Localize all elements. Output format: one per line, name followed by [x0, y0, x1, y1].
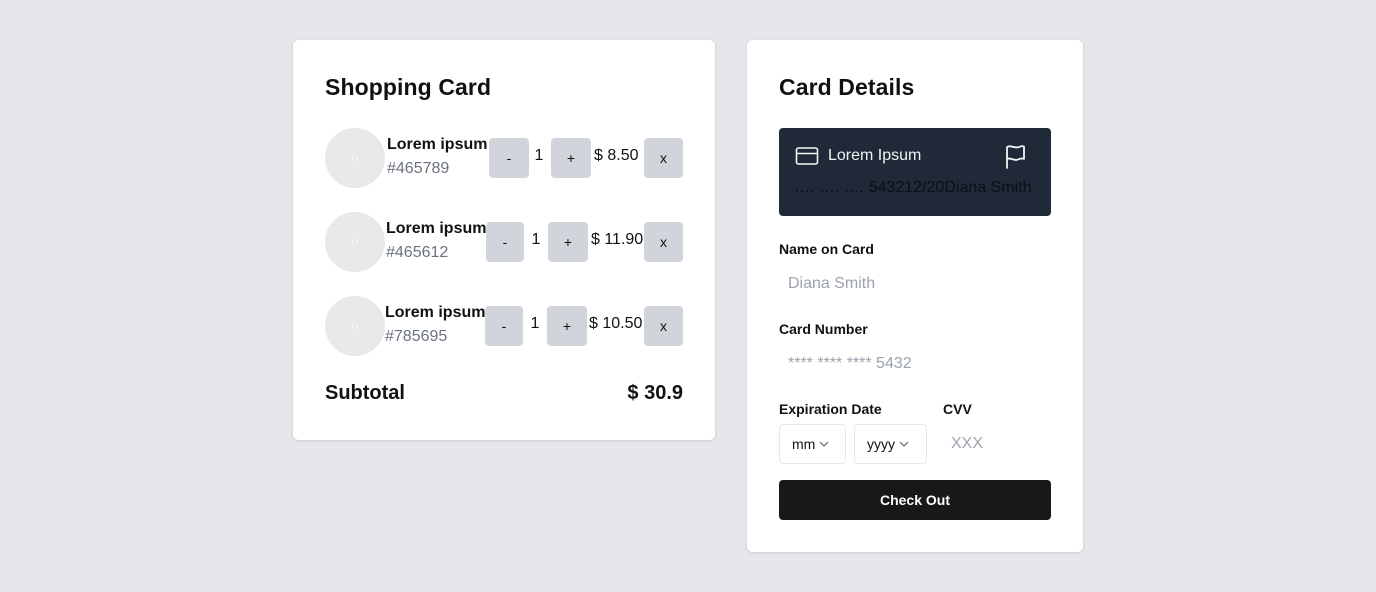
item-name: Lorem ipsum: [385, 304, 486, 321]
flag-icon: [1003, 144, 1027, 175]
item-name: Lorem ipsum: [387, 136, 488, 153]
card-number-input[interactable]: [779, 344, 1051, 384]
card-preview-details: .... .... .... 543212/20Diana Smith: [795, 179, 1031, 197]
expiry-year-select[interactable]: yyyy: [854, 424, 927, 464]
card-number-tail: 5432: [868, 179, 905, 196]
item-price: $ 8.50: [594, 147, 639, 164]
subtotal-label: Subtotal: [325, 382, 405, 404]
shopping-cart-panel: Shopping Card Lorem ipsum #465789 - 1 + …: [293, 40, 715, 440]
card-masked-digits: .... .... ....: [795, 179, 865, 196]
decrease-qty-button[interactable]: -: [489, 138, 529, 178]
increase-qty-button[interactable]: +: [548, 222, 588, 262]
cart-item: Lorem ipsum #465612 - 1 + $ 11.90 x: [325, 212, 683, 272]
cvv-label: CVV: [943, 401, 972, 417]
card-details-panel: Card Details Lorem Ipsum .... .... .... …: [747, 40, 1083, 552]
chevron-down-icon: [819, 441, 829, 447]
expiration-date-label: Expiration Date: [779, 401, 882, 417]
chevron-down-icon: [899, 441, 909, 447]
item-price: $ 10.50: [589, 315, 643, 332]
card-holder-name: Diana Smith: [944, 179, 1032, 196]
remove-item-button[interactable]: x: [644, 222, 683, 262]
expiry-month-value: mm: [792, 436, 816, 452]
item-quantity: 1: [531, 231, 541, 248]
item-sku: #465789: [387, 160, 450, 177]
item-sku: #465612: [386, 244, 449, 261]
item-price: $ 11.90: [591, 231, 644, 248]
name-on-card-input[interactable]: [779, 264, 1051, 304]
expiry-year-value: yyyy: [867, 436, 895, 452]
product-image: [325, 128, 385, 188]
card-expiry: 12/20: [904, 179, 945, 196]
credit-card-icon: [795, 146, 819, 171]
credit-card-preview: Lorem Ipsum .... .... .... 543212/20Dian…: [779, 128, 1051, 216]
item-quantity: 1: [530, 315, 540, 332]
product-image: [325, 296, 385, 356]
name-on-card-label: Name on Card: [779, 241, 874, 257]
expiry-month-select[interactable]: mm: [779, 424, 846, 464]
increase-qty-button[interactable]: +: [551, 138, 591, 178]
item-quantity: 1: [534, 147, 544, 164]
cart-item: Lorem ipsum #785695 - 1 + $ 10.50 x: [325, 296, 683, 356]
card-number-label: Card Number: [779, 321, 868, 337]
cvv-input[interactable]: [942, 424, 1050, 464]
card-holder-title: Lorem Ipsum: [828, 147, 922, 164]
card-details-title: Card Details: [779, 74, 915, 100]
item-name: Lorem ipsum: [386, 220, 487, 237]
decrease-qty-button[interactable]: -: [486, 222, 524, 262]
item-sku: #785695: [385, 328, 448, 345]
increase-qty-button[interactable]: +: [547, 306, 587, 346]
cart-title: Shopping Card: [325, 74, 492, 100]
cart-item: Lorem ipsum #465789 - 1 + $ 8.50 x: [325, 128, 683, 188]
product-image: [325, 212, 385, 272]
subtotal-value: $ 30.9: [627, 382, 683, 404]
decrease-qty-button[interactable]: -: [485, 306, 523, 346]
remove-item-button[interactable]: x: [644, 306, 683, 346]
checkout-button[interactable]: Check Out: [779, 480, 1051, 520]
remove-item-button[interactable]: x: [644, 138, 683, 178]
